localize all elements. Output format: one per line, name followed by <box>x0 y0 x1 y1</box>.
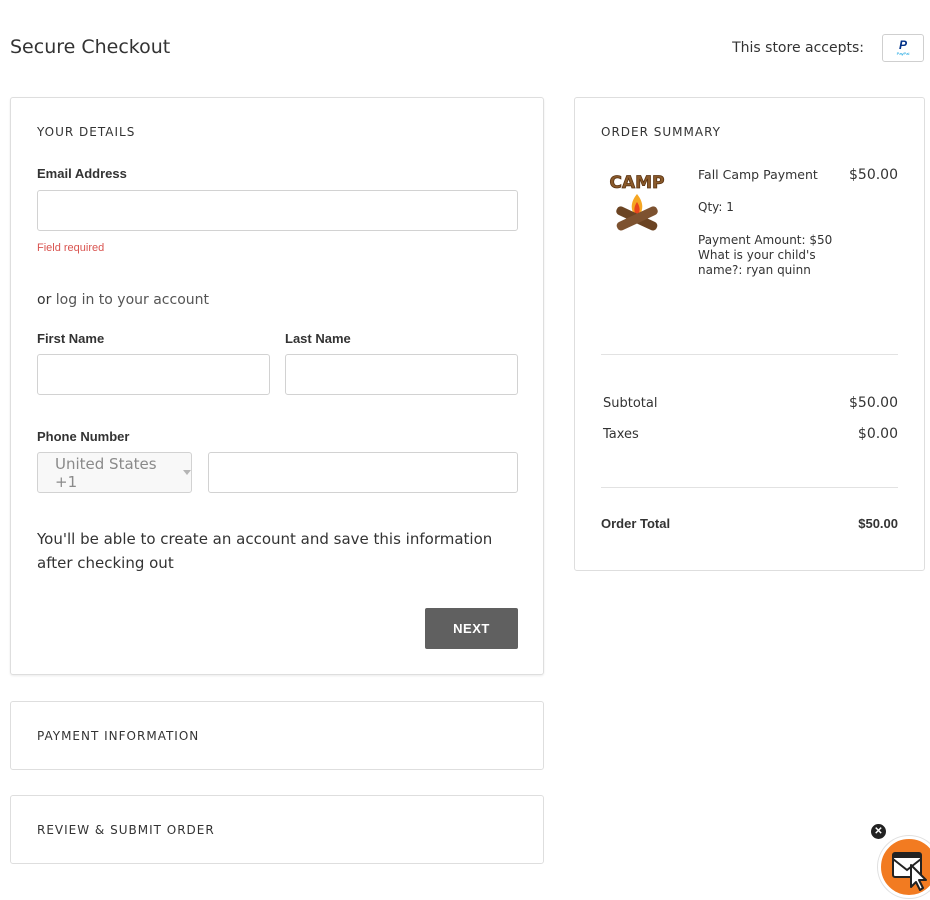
item-options: Payment Amount: $50 What is your child's… <box>698 233 833 277</box>
subtotal-value: $50.00 <box>849 395 898 411</box>
section-heading-your-details: YOUR DETAILS <box>37 125 136 139</box>
summary-divider <box>601 487 898 488</box>
email-label: Email Address <box>37 166 127 181</box>
last-name-label: Last Name <box>285 331 351 346</box>
chevron-down-icon <box>183 470 191 475</box>
section-heading-review: REVIEW & SUBMIT ORDER <box>37 823 215 837</box>
last-name-field[interactable] <box>285 354 518 395</box>
feedback-widget: ✕ <box>862 822 930 900</box>
email-field[interactable] <box>37 190 518 231</box>
section-heading-order-summary: ORDER SUMMARY <box>601 125 721 139</box>
login-prefix: or <box>37 292 56 308</box>
email-error: Field required <box>37 242 105 254</box>
payment-information-section[interactable]: PAYMENT INFORMATION <box>10 701 544 770</box>
order-summary-section: ORDER SUMMARY CAMP Fall Camp Payment $50… <box>574 97 925 571</box>
review-submit-section[interactable]: REVIEW & SUBMIT ORDER <box>10 795 544 864</box>
first-name-field[interactable] <box>37 354 270 395</box>
summary-divider <box>601 354 898 355</box>
country-code-select[interactable]: United States +1 <box>37 452 192 493</box>
item-price: $50.00 <box>849 167 898 183</box>
taxes-value: $0.00 <box>857 426 898 442</box>
your-details-section: YOUR DETAILS Email Address Field require… <box>10 97 544 675</box>
first-name-label: First Name <box>37 331 105 346</box>
product-image-text: CAMP <box>609 173 664 193</box>
phone-field[interactable] <box>208 452 518 493</box>
page-title: Secure Checkout <box>10 36 171 58</box>
phone-label: Phone Number <box>37 429 130 444</box>
login-line: or log in to your account <box>37 292 209 308</box>
product-image: CAMP <box>609 173 665 231</box>
taxes-label: Taxes <box>603 427 639 442</box>
item-name: Fall Camp Payment <box>698 167 818 182</box>
country-code-value: United States +1 <box>55 454 157 491</box>
mail-cursor-icon[interactable] <box>878 836 930 898</box>
close-icon[interactable]: ✕ <box>871 824 886 839</box>
order-total-value: $50.00 <box>858 516 898 531</box>
section-heading-payment: PAYMENT INFORMATION <box>37 729 200 743</box>
login-link[interactable]: log in to your account <box>56 292 209 308</box>
subtotal-label: Subtotal <box>603 396 658 411</box>
paypal-icon: P PayPal <box>882 34 924 62</box>
item-qty: Qty: 1 <box>698 200 734 214</box>
accepted-payments: This store accepts: P PayPal <box>732 34 924 62</box>
account-info-text: You'll be able to create an account and … <box>37 530 493 572</box>
order-total-label: Order Total <box>601 516 671 531</box>
accepts-label: This store accepts: <box>732 40 864 56</box>
next-button[interactable]: NEXT <box>425 608 518 649</box>
